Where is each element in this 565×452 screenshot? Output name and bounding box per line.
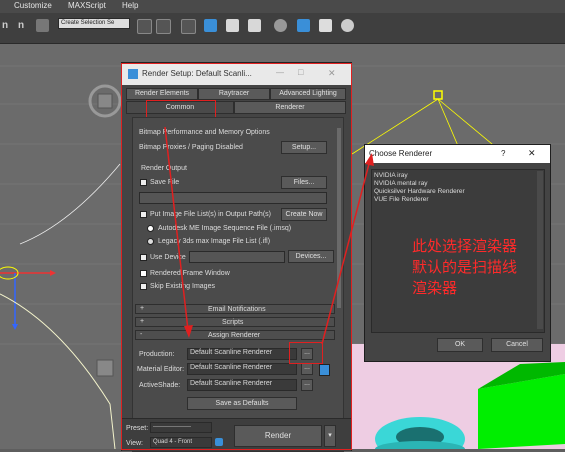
annotation-arrows [164, 126, 374, 345]
